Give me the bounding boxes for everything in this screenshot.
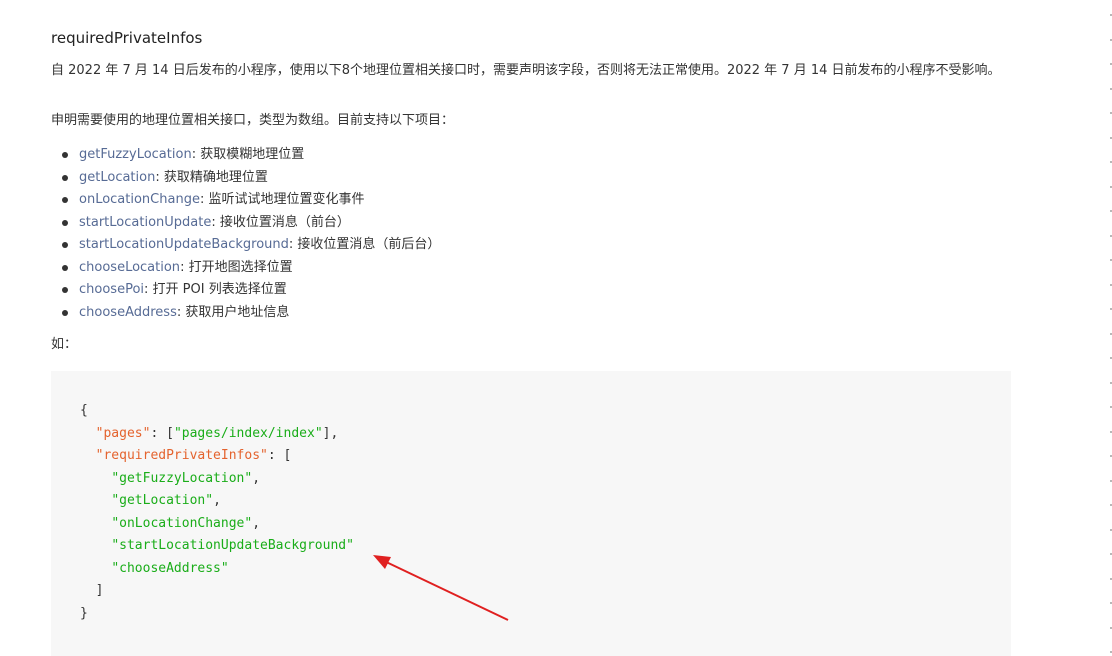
api-link-getfuzzylocation[interactable]: getFuzzyLocation xyxy=(79,147,192,162)
list-item: chooseAddress: 获取用户地址信息 xyxy=(62,302,440,325)
api-separator: : xyxy=(144,282,153,297)
api-description: 接收位置消息（前台） xyxy=(219,214,350,230)
api-separator: : xyxy=(155,169,164,185)
list-item: onLocationChange: 监听试试地理位置变化事件 xyxy=(62,189,440,212)
list-item: chooseLocation: 打开地图选择位置 xyxy=(62,257,440,280)
bullet-icon xyxy=(62,197,68,203)
code-string-item: "chooseAddress" xyxy=(111,560,229,576)
api-description: 监听试试地理位置变化事件 xyxy=(208,192,365,207)
bullet-icon xyxy=(62,219,68,226)
api-link-chooselocation[interactable]: chooseLocation xyxy=(79,260,180,275)
list-item: choosePoi: 打开 POI 列表选择位置 xyxy=(62,279,440,302)
code-string-pages: "pages/index/index" xyxy=(173,425,323,441)
list-item: getFuzzyLocation: 获取模糊地理位置 xyxy=(62,144,440,167)
intro-paragraph: 自 2022 年 7 月 14 日后发布的小程序，使用以下8个地理位置相关接口时… xyxy=(51,63,1001,78)
code-close-bracket: ] xyxy=(95,583,104,598)
code-key-required-private-infos: "requiredPrivateInfos" xyxy=(95,448,268,463)
api-link-onlocationchange[interactable]: onLocationChange xyxy=(79,192,200,207)
api-link-startlocationupdatebackground[interactable]: startLocationUpdateBackground xyxy=(79,237,289,252)
api-description: 接收位置消息（前后台） xyxy=(297,237,441,252)
list-item: startLocationUpdateBackground: 接收位置消息（前后… xyxy=(62,234,440,257)
api-link-choosepoi[interactable]: choosePoi xyxy=(79,282,144,297)
code-string-item: "getFuzzyLocation" xyxy=(111,470,253,486)
api-separator: : xyxy=(180,259,189,275)
code-string-item: "getLocation" xyxy=(111,493,214,508)
api-link-startlocationupdate[interactable]: startLocationUpdate xyxy=(79,215,211,230)
code-string-item: "onLocationChange" xyxy=(111,515,253,531)
bullet-icon xyxy=(62,174,68,181)
description-paragraph: 申明需要使用的地理位置相关接口，类型为数组。目前支持以下项目： xyxy=(51,113,455,128)
api-description: 打开 POI 列表选择位置 xyxy=(152,282,287,297)
api-list: getFuzzyLocation: 获取模糊地理位置 getLocation: … xyxy=(62,144,440,324)
api-description: 获取模糊地理位置 xyxy=(200,147,305,162)
list-item: startLocationUpdate: 接收位置消息（前台） xyxy=(62,212,440,235)
list-item: getLocation: 获取精确地理位置 xyxy=(62,167,440,190)
example-label: 如： xyxy=(51,337,78,352)
arrow-head xyxy=(373,555,391,569)
right-ruler xyxy=(1100,0,1112,656)
bullet-icon xyxy=(62,287,68,293)
api-description: 打开地图选择位置 xyxy=(188,259,293,275)
code-string-item: "startLocationUpdateBackground" xyxy=(111,538,354,553)
api-separator: : xyxy=(191,147,201,162)
api-description: 获取精确地理位置 xyxy=(163,169,268,185)
bullet-icon xyxy=(62,309,68,316)
red-arrow-annotation xyxy=(373,555,509,621)
code-content: { "pages": ["pages/index/index"], "requi… xyxy=(80,403,354,621)
api-link-getlocation[interactable]: getLocation xyxy=(79,170,155,185)
section-title: requiredPrivateInfos xyxy=(51,29,203,47)
code-close-brace: } xyxy=(80,605,88,621)
arrow-shaft xyxy=(381,559,509,621)
api-separator: : xyxy=(211,214,220,230)
bullet-icon xyxy=(62,242,68,248)
code-open-brace: { xyxy=(80,403,88,418)
bullet-icon xyxy=(62,152,68,158)
api-link-chooseaddress[interactable]: chooseAddress xyxy=(79,305,177,320)
code-block: { "pages": ["pages/index/index"], "requi… xyxy=(51,371,1011,656)
code-key-pages: "pages" xyxy=(95,425,151,441)
api-description: 获取用户地址信息 xyxy=(185,304,290,320)
bullet-icon xyxy=(62,264,68,271)
